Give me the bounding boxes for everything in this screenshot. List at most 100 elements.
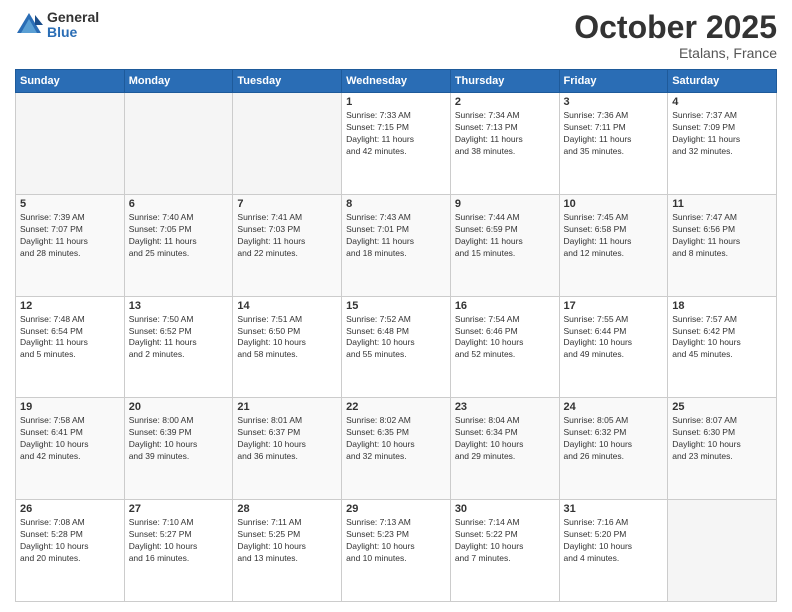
logo-blue: Blue — [47, 25, 99, 40]
table-cell: 15Sunrise: 7:52 AM Sunset: 6:48 PM Dayli… — [342, 296, 451, 398]
subtitle: Etalans, France — [574, 45, 777, 61]
table-cell — [124, 93, 233, 195]
table-cell — [668, 500, 777, 602]
week-row-2: 5Sunrise: 7:39 AM Sunset: 7:07 PM Daylig… — [16, 194, 777, 296]
day-number: 23 — [455, 401, 555, 413]
page: General Blue October 2025 Etalans, Franc… — [0, 0, 792, 612]
table-cell: 17 Sunrise: 7:55 AM Sunset: 6:44 PM Dayli… — [559, 296, 668, 398]
week-row-4: 19 Sunrise: 7:58 AM Sunset: 6:41 PM Dayli… — [16, 398, 777, 500]
day-info: Sunrise: 7:10 AM Sunset: 5:27 PM Dayligh… — [129, 517, 229, 565]
col-saturday: Saturday — [668, 70, 777, 93]
day-number: 24 — [564, 401, 664, 413]
day-number: 14 — [237, 300, 337, 312]
table-cell: 12 Sunrise: 7:48 AM Sunset: 6:54 PM Dayli… — [16, 296, 125, 398]
day-info: Sunrise: 7:41 AM Sunset: 7:03 PM Dayligh… — [237, 212, 337, 260]
day-number: 12 — [20, 300, 120, 312]
day-number: 8 — [346, 198, 446, 210]
day-info: Sunrise: 7:39 AM Sunset: 7:07 PM Dayligh… — [20, 212, 120, 260]
day-info: Sunrise: 7:33 AM Sunset: 7:15 PM Dayligh… — [346, 110, 446, 158]
col-friday: Friday — [559, 70, 668, 93]
table-cell: 9Sunrise: 7:44 AM Sunset: 6:59 PM Daylig… — [450, 194, 559, 296]
table-cell: 31 Sunrise: 7:16 AM Sunset: 5:20 PM Dayli… — [559, 500, 668, 602]
table-cell: 20 Sunrise: 8:00 AM Sunset: 6:39 PM Dayli… — [124, 398, 233, 500]
day-number: 1 — [346, 96, 446, 108]
day-number: 6 — [129, 198, 229, 210]
day-number: 28 — [237, 503, 337, 515]
month-title: October 2025 — [574, 10, 777, 45]
logo-icon — [15, 11, 43, 39]
table-cell: 25 Sunrise: 8:07 AM Sunset: 6:30 PM Dayli… — [668, 398, 777, 500]
calendar-header-row: Sunday Monday Tuesday Wednesday Thursday… — [16, 70, 777, 93]
day-number: 10 — [564, 198, 664, 210]
table-cell: 6 Sunrise: 7:40 AM Sunset: 7:05 PM Daylig… — [124, 194, 233, 296]
calendar-table: Sunday Monday Tuesday Wednesday Thursday… — [15, 69, 777, 602]
day-number: 16 — [455, 300, 555, 312]
day-info: Sunrise: 8:00 AM Sunset: 6:39 PM Dayligh… — [129, 415, 229, 463]
table-cell: 10Sunrise: 7:45 AM Sunset: 6:58 PM Dayli… — [559, 194, 668, 296]
day-info: Sunrise: 7:40 AM Sunset: 7:05 PM Dayligh… — [129, 212, 229, 260]
table-cell: 14Sunrise: 7:51 AM Sunset: 6:50 PM Dayli… — [233, 296, 342, 398]
table-cell: 19 Sunrise: 7:58 AM Sunset: 6:41 PM Dayli… — [16, 398, 125, 500]
logo-text: General Blue — [47, 10, 99, 41]
table-cell: 16 Sunrise: 7:54 AM Sunset: 6:46 PM Dayli… — [450, 296, 559, 398]
table-cell: 24 Sunrise: 8:05 AM Sunset: 6:32 PM Dayli… — [559, 398, 668, 500]
day-number: 13 — [129, 300, 229, 312]
logo: General Blue — [15, 10, 99, 41]
table-cell: 8Sunrise: 7:43 AM Sunset: 7:01 PM Daylig… — [342, 194, 451, 296]
day-number: 19 — [20, 401, 120, 413]
day-number: 26 — [20, 503, 120, 515]
day-info: Sunrise: 8:07 AM Sunset: 6:30 PM Dayligh… — [672, 415, 772, 463]
day-number: 11 — [672, 198, 772, 210]
day-info: Sunrise: 7:37 AM Sunset: 7:09 PM Dayligh… — [672, 110, 772, 158]
day-info: Sunrise: 7:55 AM Sunset: 6:44 PM Dayligh… — [564, 314, 664, 362]
day-number: 30 — [455, 503, 555, 515]
day-number: 20 — [129, 401, 229, 413]
table-cell: 23 Sunrise: 8:04 AM Sunset: 6:34 PM Dayli… — [450, 398, 559, 500]
day-info: Sunrise: 8:05 AM Sunset: 6:32 PM Dayligh… — [564, 415, 664, 463]
day-info: Sunrise: 7:47 AM Sunset: 6:56 PM Dayligh… — [672, 212, 772, 260]
day-number: 7 — [237, 198, 337, 210]
table-cell: 18Sunrise: 7:57 AM Sunset: 6:42 PM Dayli… — [668, 296, 777, 398]
day-number: 4 — [672, 96, 772, 108]
table-cell: 30 Sunrise: 7:14 AM Sunset: 5:22 PM Dayli… — [450, 500, 559, 602]
col-thursday: Thursday — [450, 70, 559, 93]
table-cell: 13 Sunrise: 7:50 AM Sunset: 6:52 PM Dayli… — [124, 296, 233, 398]
day-info: Sunrise: 8:02 AM Sunset: 6:35 PM Dayligh… — [346, 415, 446, 463]
day-number: 17 — [564, 300, 664, 312]
week-row-3: 12 Sunrise: 7:48 AM Sunset: 6:54 PM Dayli… — [16, 296, 777, 398]
day-info: Sunrise: 7:16 AM Sunset: 5:20 PM Dayligh… — [564, 517, 664, 565]
logo-general: General — [47, 10, 99, 25]
day-info: Sunrise: 7:44 AM Sunset: 6:59 PM Dayligh… — [455, 212, 555, 260]
day-info: Sunrise: 7:52 AM Sunset: 6:48 PM Dayligh… — [346, 314, 446, 362]
table-cell: 11 Sunrise: 7:47 AM Sunset: 6:56 PM Dayli… — [668, 194, 777, 296]
day-number: 27 — [129, 503, 229, 515]
table-cell: 22 Sunrise: 8:02 AM Sunset: 6:35 PM Dayli… — [342, 398, 451, 500]
table-cell: 7 Sunrise: 7:41 AM Sunset: 7:03 PM Daylig… — [233, 194, 342, 296]
day-info: Sunrise: 7:48 AM Sunset: 6:54 PM Dayligh… — [20, 314, 120, 362]
table-cell: 1 Sunrise: 7:33 AM Sunset: 7:15 PM Daylig… — [342, 93, 451, 195]
week-row-5: 26 Sunrise: 7:08 AM Sunset: 5:28 PM Dayli… — [16, 500, 777, 602]
day-number: 22 — [346, 401, 446, 413]
col-monday: Monday — [124, 70, 233, 93]
table-cell: 27 Sunrise: 7:10 AM Sunset: 5:27 PM Dayli… — [124, 500, 233, 602]
day-info: Sunrise: 7:54 AM Sunset: 6:46 PM Dayligh… — [455, 314, 555, 362]
table-cell: 5Sunrise: 7:39 AM Sunset: 7:07 PM Daylig… — [16, 194, 125, 296]
day-info: Sunrise: 7:13 AM Sunset: 5:23 PM Dayligh… — [346, 517, 446, 565]
day-info: Sunrise: 8:04 AM Sunset: 6:34 PM Dayligh… — [455, 415, 555, 463]
day-number: 18 — [672, 300, 772, 312]
day-number: 31 — [564, 503, 664, 515]
day-info: Sunrise: 7:58 AM Sunset: 6:41 PM Dayligh… — [20, 415, 120, 463]
day-info: Sunrise: 7:36 AM Sunset: 7:11 PM Dayligh… — [564, 110, 664, 158]
day-info: Sunrise: 7:50 AM Sunset: 6:52 PM Dayligh… — [129, 314, 229, 362]
table-cell: 21Sunrise: 8:01 AM Sunset: 6:37 PM Dayli… — [233, 398, 342, 500]
day-info: Sunrise: 8:01 AM Sunset: 6:37 PM Dayligh… — [237, 415, 337, 463]
day-number: 25 — [672, 401, 772, 413]
day-number: 29 — [346, 503, 446, 515]
day-info: Sunrise: 7:14 AM Sunset: 5:22 PM Dayligh… — [455, 517, 555, 565]
table-cell — [16, 93, 125, 195]
week-row-1: 1 Sunrise: 7:33 AM Sunset: 7:15 PM Daylig… — [16, 93, 777, 195]
day-number: 2 — [455, 96, 555, 108]
title-block: October 2025 Etalans, France — [574, 10, 777, 61]
day-info: Sunrise: 7:08 AM Sunset: 5:28 PM Dayligh… — [20, 517, 120, 565]
table-cell: 4 Sunrise: 7:37 AM Sunset: 7:09 PM Daylig… — [668, 93, 777, 195]
